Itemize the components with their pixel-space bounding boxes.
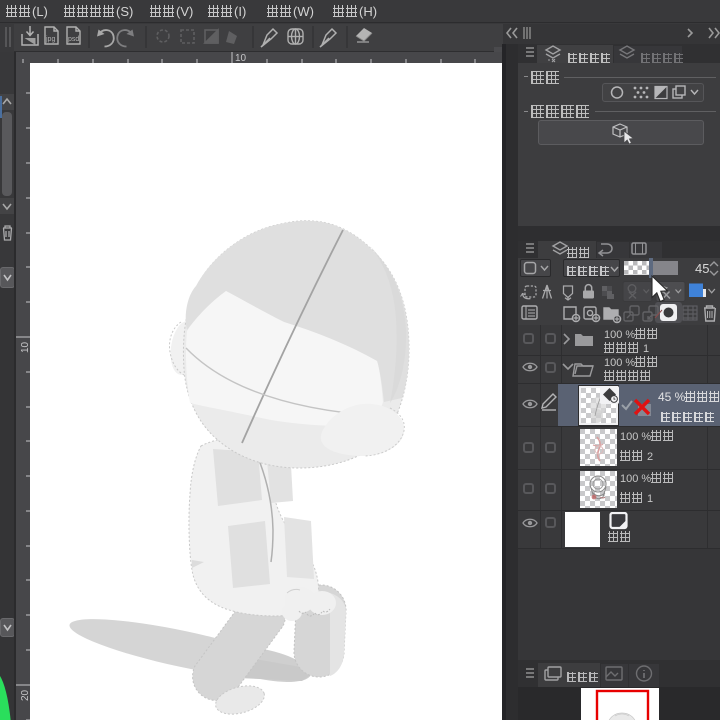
svg-text:10: 10	[20, 341, 30, 353]
svg-text:10: 10	[235, 53, 247, 63]
svg-text:jpg: jpg	[45, 36, 55, 43]
svg-text:psd: psd	[68, 36, 79, 43]
svg-text:20: 20	[20, 689, 30, 701]
